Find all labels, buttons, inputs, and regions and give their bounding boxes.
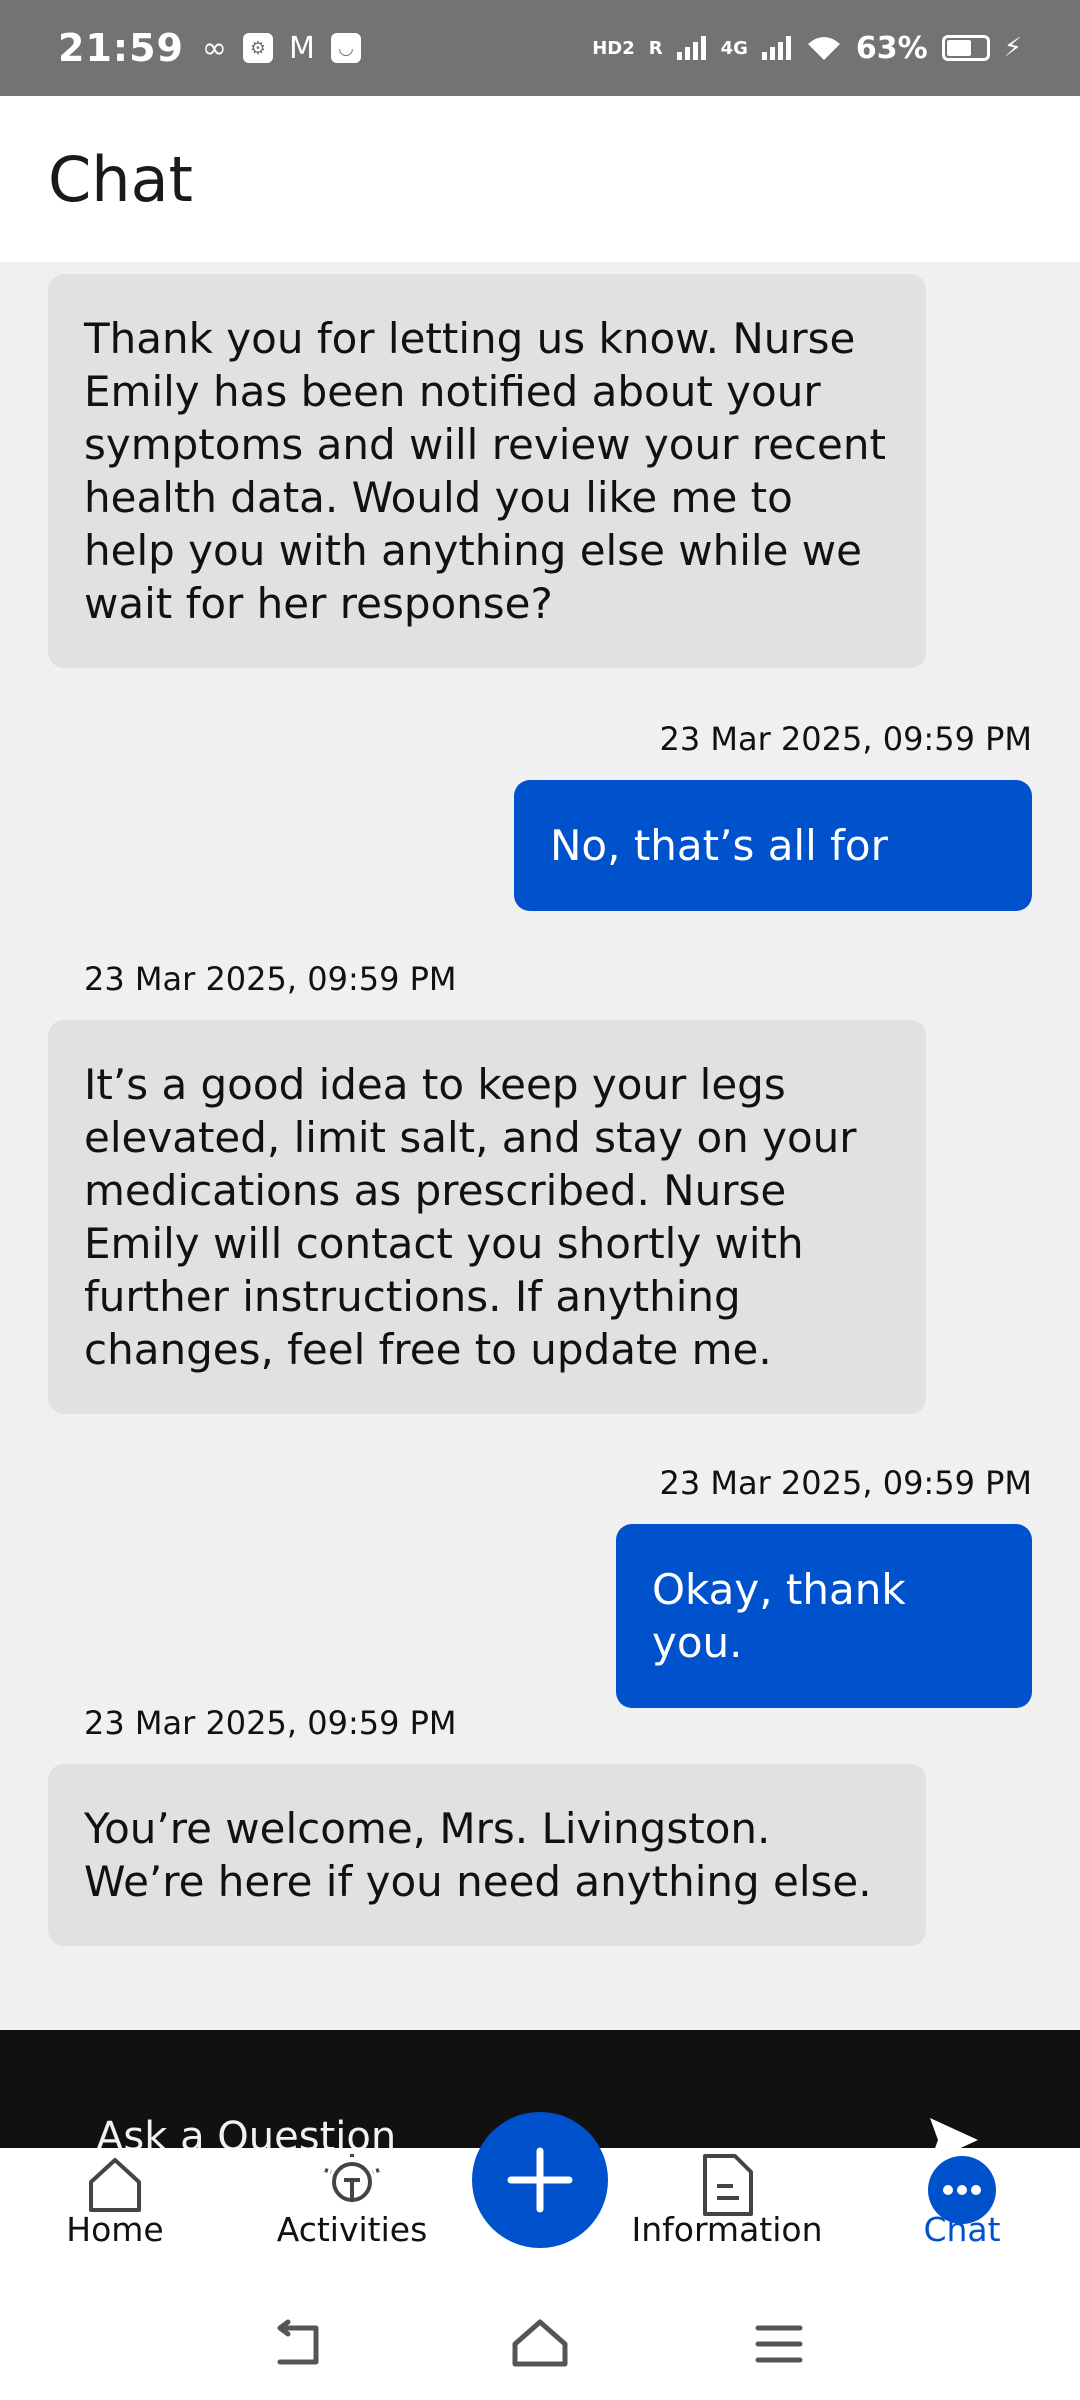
message-timestamp: 23 Mar 2025, 09:59 PM	[84, 1704, 457, 1742]
message-text: You’re welcome, Mrs. Livingston. We’re h…	[84, 1804, 872, 1906]
message-timestamp: 23 Mar 2025, 09:59 PM	[659, 720, 1032, 758]
chat-thread[interactable]: Thank you for letting us know. Nurse Emi…	[0, 262, 1080, 2030]
status-time: 21:59	[58, 26, 184, 70]
wifi-icon	[807, 37, 840, 60]
app-header: Chat	[0, 96, 1080, 262]
nav-home-label: Home	[66, 2210, 164, 2249]
page-title: Chat	[48, 142, 193, 216]
status-bar: 21:59 ∞ ⚙ M ◡ HD2 R 4G 63% ⚡	[0, 0, 1080, 96]
charging-icon: ⚡	[1003, 33, 1022, 63]
nav-chat[interactable]: Chat	[884, 2148, 1040, 2288]
system-navigation-bar	[0, 2288, 1080, 2400]
bot-message-bubble: You’re welcome, Mrs. Livingston. We’re h…	[48, 1764, 926, 1946]
signal-icon-2	[761, 36, 791, 60]
message-icon: ◡	[330, 33, 361, 63]
notification-icons: ∞ ⚙ M ◡	[202, 31, 361, 66]
nav-chat-label: Chat	[923, 2210, 1001, 2249]
message-text: Okay, thank you.	[652, 1565, 906, 1667]
gmail-icon: M	[288, 30, 315, 66]
plus-icon	[507, 2147, 573, 2213]
bot-message-bubble: It’s a good idea to keep your legs eleva…	[48, 1020, 926, 1414]
back-icon[interactable]	[270, 2318, 326, 2370]
message-timestamp: 23 Mar 2025, 09:59 PM	[84, 960, 457, 998]
roaming-label: R	[648, 37, 663, 59]
voicemail-icon: ∞	[201, 30, 227, 66]
message-timestamp: 23 Mar 2025, 09:59 PM	[659, 1464, 1032, 1502]
message-text: Thank you for letting us know. Nurse Emi…	[84, 314, 886, 628]
usb-debug-icon: ⚙	[242, 33, 273, 63]
nav-activities[interactable]: Activities	[262, 2148, 442, 2288]
send-icon[interactable]	[926, 2112, 982, 2148]
nav-information[interactable]: Information	[622, 2148, 832, 2288]
battery-icon	[941, 35, 990, 61]
network-type-label: 4G	[720, 37, 748, 59]
user-message-bubble: Okay, thank you.	[616, 1524, 1032, 1708]
document-icon	[703, 2154, 753, 2216]
battery-percent: 63%	[855, 30, 928, 66]
user-message-bubble: No, that’s all for	[514, 780, 1032, 911]
hd-label: HD2	[592, 37, 635, 59]
nav-activities-label: Activities	[276, 2210, 428, 2249]
home-icon	[89, 2158, 141, 2212]
bot-message-bubble: Thank you for letting us know. Nurse Emi…	[48, 274, 926, 668]
home-nav-icon[interactable]	[511, 2318, 569, 2370]
question-input[interactable]: Ask a Question	[96, 2114, 396, 2148]
menu-icon[interactable]	[754, 2318, 804, 2370]
nav-home[interactable]: Home	[40, 2148, 190, 2288]
signal-icon	[676, 36, 706, 60]
add-button[interactable]	[472, 2112, 608, 2248]
message-text: It’s a good idea to keep your legs eleva…	[84, 1060, 857, 1374]
message-text: No, that’s all for	[550, 821, 888, 870]
nav-information-label: Information	[631, 2210, 823, 2249]
system-status: HD2 R 4G 63% ⚡	[592, 31, 1022, 66]
